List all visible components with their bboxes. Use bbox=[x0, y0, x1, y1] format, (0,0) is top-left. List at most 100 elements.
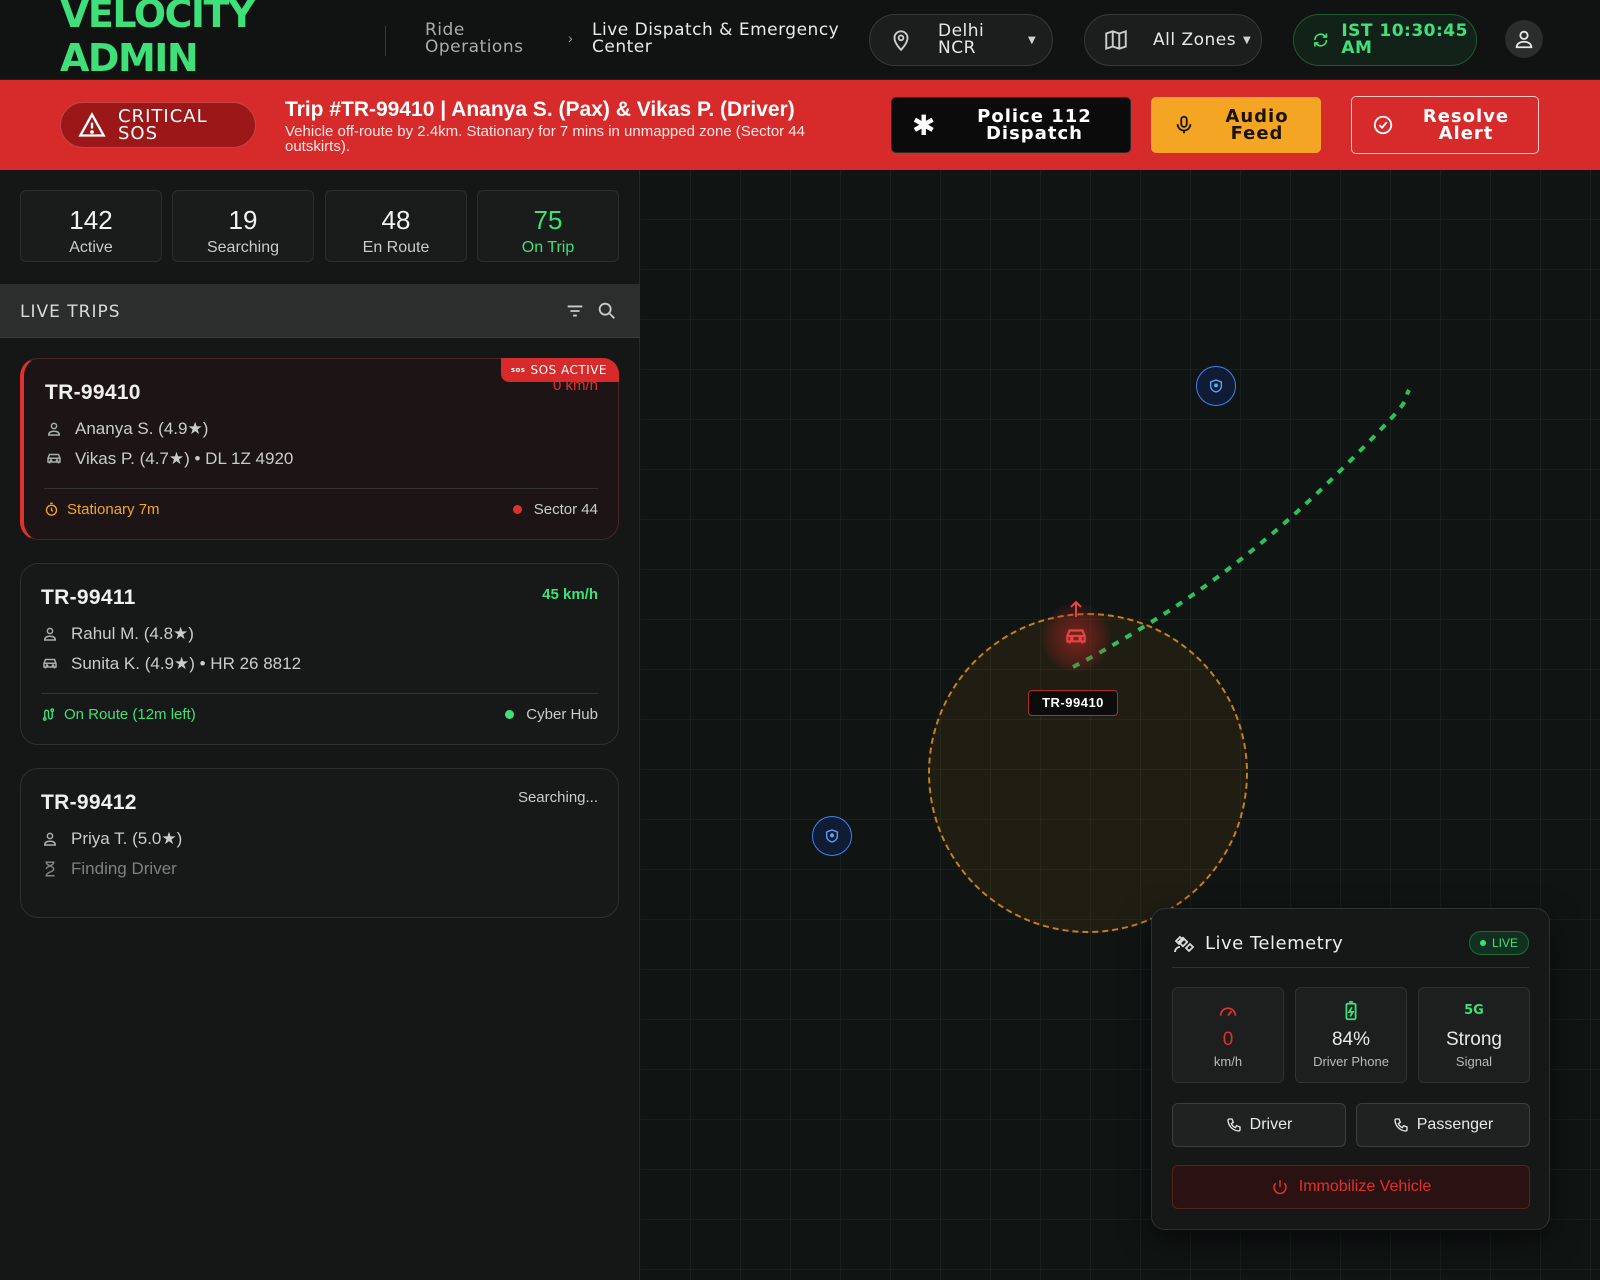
sos-icon: sos bbox=[510, 366, 526, 374]
audio-feed-button[interactable]: Audio Feed bbox=[1151, 97, 1321, 153]
police-dispatch-button[interactable]: ✱ Police 112 Dispatch bbox=[891, 97, 1131, 153]
chevron-down-icon: ▼ bbox=[1028, 34, 1037, 46]
region-selector[interactable]: Delhi NCR ▼ bbox=[869, 14, 1053, 66]
driver-row: Finding Driver bbox=[41, 859, 177, 879]
critical-sos-label: CRITICAL SOS bbox=[118, 106, 208, 144]
telemetry-divider bbox=[1172, 967, 1529, 968]
vehicle-label[interactable]: TR-99410 bbox=[1028, 690, 1118, 716]
trip-location-label: Cyber Hub bbox=[526, 706, 598, 723]
stat-value: 48 bbox=[381, 205, 411, 235]
signal-label: Signal bbox=[1455, 1054, 1493, 1069]
live-dot bbox=[1479, 940, 1486, 946]
call-passenger-button[interactable]: Passenger bbox=[1356, 1103, 1530, 1147]
speedometer-icon bbox=[1219, 1007, 1237, 1017]
live-label: LIVE bbox=[1491, 936, 1518, 950]
clock-time: IST 10:30:45 AM bbox=[1341, 21, 1468, 58]
trip-card-tr-99411[interactable]: TR-99411 45 km/h Rahul M. (4.8★) Sunita … bbox=[20, 563, 619, 745]
trip-card-tr-99410[interactable]: sos SOS ACTIVE TR-99410 0 km/h Ananya S.… bbox=[20, 358, 619, 540]
driver-info: Finding Driver bbox=[71, 859, 177, 878]
card-divider bbox=[44, 488, 598, 489]
map-icon bbox=[1105, 29, 1127, 51]
live-telemetry-panel: Live Telemetry LIVE 0 km/h 84% Driver Ph… bbox=[1151, 908, 1550, 1230]
filter-icon[interactable] bbox=[564, 300, 586, 322]
warning-triangle-icon bbox=[78, 112, 106, 137]
zone-label: All Zones bbox=[1153, 29, 1237, 50]
police-station-marker[interactable] bbox=[812, 816, 852, 856]
stat-value: 19 bbox=[228, 205, 258, 235]
speed-value: 0 bbox=[1222, 1029, 1234, 1050]
zone-selector[interactable]: All Zones ▼ bbox=[1084, 14, 1262, 66]
5g-icon: 5G bbox=[1464, 1003, 1484, 1018]
call-passenger-label: Passenger bbox=[1416, 1116, 1494, 1133]
trip-id: TR-99410 bbox=[45, 381, 141, 404]
stat-searching: 19 Searching bbox=[172, 190, 314, 262]
breadcrumb-current-page: Live Dispatch & Emergency Center bbox=[592, 20, 840, 57]
power-icon bbox=[1273, 1180, 1287, 1195]
speed-unit: km/h bbox=[1213, 1054, 1243, 1069]
live-trips-header: LIVE TRIPS bbox=[0, 284, 640, 338]
signal-value: Strong bbox=[1446, 1029, 1502, 1050]
trip-location: Sector 44 bbox=[512, 501, 598, 518]
shield-icon bbox=[1210, 379, 1222, 393]
chevron-down-icon: ▼ bbox=[1243, 34, 1252, 46]
asterisk-icon: ✱ bbox=[912, 108, 937, 142]
stat-active: 142 Active bbox=[20, 190, 162, 262]
vehicle-car-icon[interactable] bbox=[1061, 624, 1091, 650]
resolve-alert-label: Resolve Alert bbox=[1422, 106, 1510, 144]
live-badge: LIVE bbox=[1468, 931, 1529, 955]
live-clock: IST 10:30:45 AM bbox=[1293, 14, 1477, 66]
status-dot bbox=[512, 505, 522, 514]
trip-status-label: Stationary 7m bbox=[67, 501, 160, 518]
call-driver-button[interactable]: Driver bbox=[1172, 1103, 1346, 1147]
search-icon[interactable] bbox=[596, 300, 618, 322]
stat-label: Searching bbox=[206, 239, 280, 256]
driver-info: Vikas P. (4.7★) • DL 1Z 4920 bbox=[75, 449, 294, 468]
passenger-name: Ananya S. (4.9★) bbox=[75, 419, 209, 438]
trip-status: On Route (12m left) bbox=[41, 706, 196, 723]
trip-card-tr-99412[interactable]: TR-99412 Searching... Priya T. (5.0★) Fi… bbox=[20, 768, 619, 918]
satellite-icon bbox=[1174, 935, 1195, 953]
breadcrumb-ride-operations[interactable]: Ride Operations bbox=[425, 22, 545, 56]
sos-alert-banner: CRITICAL SOS Trip #TR-99410 | Ananya S. … bbox=[0, 80, 1600, 170]
check-circle-icon bbox=[1373, 115, 1393, 135]
stat-value: 75 bbox=[533, 205, 563, 235]
card-divider bbox=[41, 693, 598, 694]
battery-label: Driver Phone bbox=[1313, 1054, 1389, 1069]
car-icon bbox=[47, 453, 61, 464]
stat-label: Active bbox=[69, 239, 113, 256]
user-avatar-button[interactable] bbox=[1505, 20, 1543, 58]
stat-value: 142 bbox=[69, 205, 113, 235]
timer-icon bbox=[45, 502, 58, 516]
person-icon bbox=[47, 422, 61, 436]
sos-trip-title: Trip #TR-99410 | Ananya S. (Pax) & Vikas… bbox=[285, 98, 795, 121]
status-dot bbox=[505, 710, 515, 719]
passenger-name: Rahul M. (4.8★) bbox=[71, 624, 194, 643]
call-driver-label: Driver bbox=[1249, 1116, 1293, 1133]
driver-info: Sunita K. (4.9★) • HR 26 8812 bbox=[71, 654, 302, 673]
passenger-row: Ananya S. (4.9★) bbox=[45, 419, 208, 439]
police-dispatch-label: Police 112 Dispatch bbox=[977, 106, 1092, 144]
person-icon bbox=[43, 832, 57, 846]
immobilize-label: Immobilize Vehicle bbox=[1298, 1178, 1432, 1195]
car-icon bbox=[43, 658, 57, 669]
shield-icon bbox=[826, 829, 838, 843]
resolve-alert-button[interactable]: Resolve Alert bbox=[1351, 96, 1539, 154]
driver-row: Sunita K. (4.9★) • HR 26 8812 bbox=[41, 654, 301, 674]
critical-sos-badge: CRITICAL SOS bbox=[60, 102, 256, 148]
battery-charging-icon bbox=[1345, 1000, 1357, 1021]
header-divider bbox=[385, 26, 386, 56]
trip-status-label: On Route (12m left) bbox=[64, 706, 196, 723]
location-pin-icon bbox=[893, 30, 909, 52]
trip-status: Stationary 7m bbox=[44, 501, 160, 518]
immobilize-vehicle-button[interactable]: Immobilize Vehicle bbox=[1172, 1165, 1530, 1209]
breadcrumb-chevron-icon: › bbox=[568, 30, 573, 46]
police-station-marker[interactable] bbox=[1196, 366, 1236, 406]
microphone-icon bbox=[1176, 115, 1192, 134]
stat-label: En Route bbox=[362, 239, 430, 256]
stat-label: On Trip bbox=[521, 239, 575, 256]
sos-active-label: SOS ACTIVE bbox=[530, 363, 607, 377]
sync-icon bbox=[1314, 33, 1328, 47]
driver-row: Vikas P. (4.7★) • DL 1Z 4920 bbox=[45, 449, 293, 469]
stat-on-trip: 75 On Trip bbox=[477, 190, 619, 262]
top-bar: VELOCITY ADMIN Ride Operations › Live Di… bbox=[0, 0, 1600, 80]
